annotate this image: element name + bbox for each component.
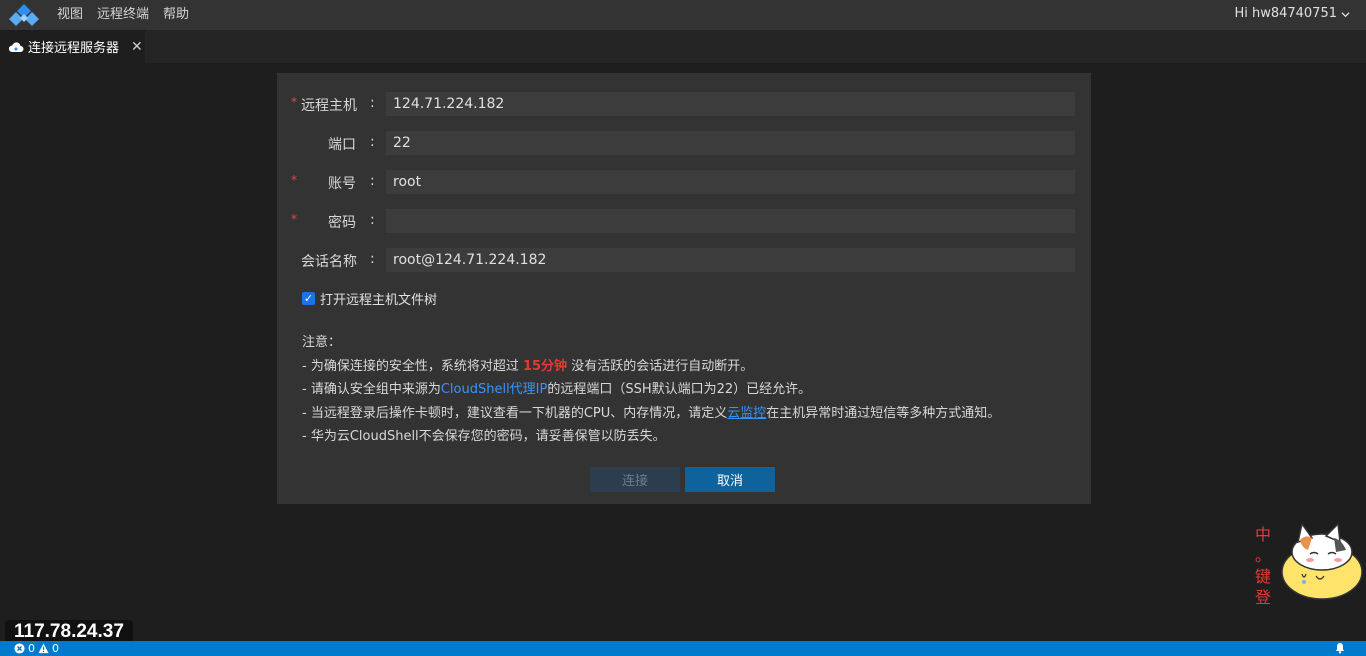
close-icon[interactable]: ✕	[131, 39, 143, 55]
account-input[interactable]	[386, 170, 1075, 194]
error-icon	[14, 643, 25, 654]
user-greeting: Hi hw84740751	[1234, 6, 1337, 21]
app-logo-icon[interactable]	[6, 0, 42, 30]
colon: :	[370, 134, 375, 150]
note-line-1: - 为确保连接的安全性，系统将对超过 15分钟 没有活跃的会话进行自动断开。	[302, 358, 754, 374]
checkbox-checked-icon[interactable]: ✓	[302, 292, 315, 305]
status-bar: 0 0	[0, 641, 1366, 656]
form-row-port: 端口 :	[277, 131, 1091, 155]
cat-mascot-icon	[1281, 522, 1363, 600]
cloud-icon	[8, 41, 24, 52]
form-row-password: * 密码 :	[277, 209, 1091, 233]
colon: :	[370, 173, 375, 189]
form-row-session: 会话名称 :	[277, 248, 1091, 272]
connect-button[interactable]: 连接	[590, 467, 680, 492]
open-file-tree-label: 打开远程主机文件树	[320, 293, 438, 308]
tab-connect-remote-server[interactable]: 连接远程服务器 ✕	[0, 30, 145, 63]
bell-icon[interactable]	[1334, 642, 1346, 654]
colon: :	[370, 212, 375, 228]
menu-help[interactable]: 帮助	[156, 0, 196, 30]
host-label: 远程主机	[301, 98, 357, 114]
password-input[interactable]	[386, 209, 1075, 233]
required-mark: *	[291, 95, 297, 109]
cancel-button[interactable]: 取消	[685, 467, 775, 492]
note-line-2: - 请确认安全组中来源为CloudShell代理IP的远程端口（SSH默认端口为…	[302, 382, 812, 397]
proxy-ip-text: CloudShell代理IP	[440, 382, 548, 397]
ime-widget[interactable]: 中 。 键 登	[1252, 520, 1364, 607]
required-mark: *	[291, 212, 297, 226]
notes-section: 注意： - 为确保连接的安全性，系统将对超过 15分钟 没有活跃的会话进行自动断…	[302, 331, 1000, 449]
form-row-account: * 账号 :	[277, 170, 1091, 194]
ime-text: 中 。 键 登	[1255, 525, 1272, 607]
tab-bar: 连接远程服务器 ✕	[0, 30, 1366, 63]
problems-indicator[interactable]: 0 0	[14, 642, 59, 655]
open-file-tree-option[interactable]: ✓ 打开远程主机文件树	[302, 289, 437, 308]
account-label: 账号	[328, 176, 356, 192]
session-name-input[interactable]	[386, 248, 1075, 272]
colon: :	[370, 95, 375, 111]
menu-remote-terminal[interactable]: 远程终端	[90, 0, 156, 30]
note-line-4: - 华为云CloudShell不会保存您的密码，请妥善保管以防丢失。	[302, 429, 666, 444]
connect-dialog: * 远程主机 : 端口 : * 账号 : * 密码 : 会话名称 : ✓ 打开远…	[277, 73, 1091, 504]
port-label: 端口	[328, 137, 356, 153]
timeout-highlight: 15分钟	[522, 358, 568, 374]
tab-title: 连接远程服务器	[28, 41, 120, 56]
error-count: 0	[28, 642, 35, 655]
menu-view[interactable]: 视图	[50, 0, 90, 30]
form-row-host: * 远程主机 :	[277, 92, 1091, 116]
chevron-down-icon	[1341, 11, 1350, 17]
colon: :	[370, 251, 375, 267]
notes-title: 注意：	[302, 335, 342, 350]
warning-icon	[38, 643, 49, 654]
menu-bar: 视图 远程终端 帮助 Hi hw84740751	[0, 0, 1366, 30]
port-input[interactable]	[386, 131, 1075, 155]
password-label: 密码	[328, 215, 356, 231]
user-menu[interactable]: Hi hw84740751	[1234, 0, 1350, 28]
warning-count: 0	[52, 642, 59, 655]
required-mark: *	[291, 173, 297, 187]
host-input[interactable]	[386, 92, 1075, 116]
cloud-monitor-link[interactable]: 云监控	[727, 406, 766, 421]
session-label: 会话名称	[301, 254, 357, 270]
note-line-3: - 当远程登录后操作卡顿时，建议查看一下机器的CPU、内存情况，请定义云监控在主…	[302, 405, 1001, 421]
